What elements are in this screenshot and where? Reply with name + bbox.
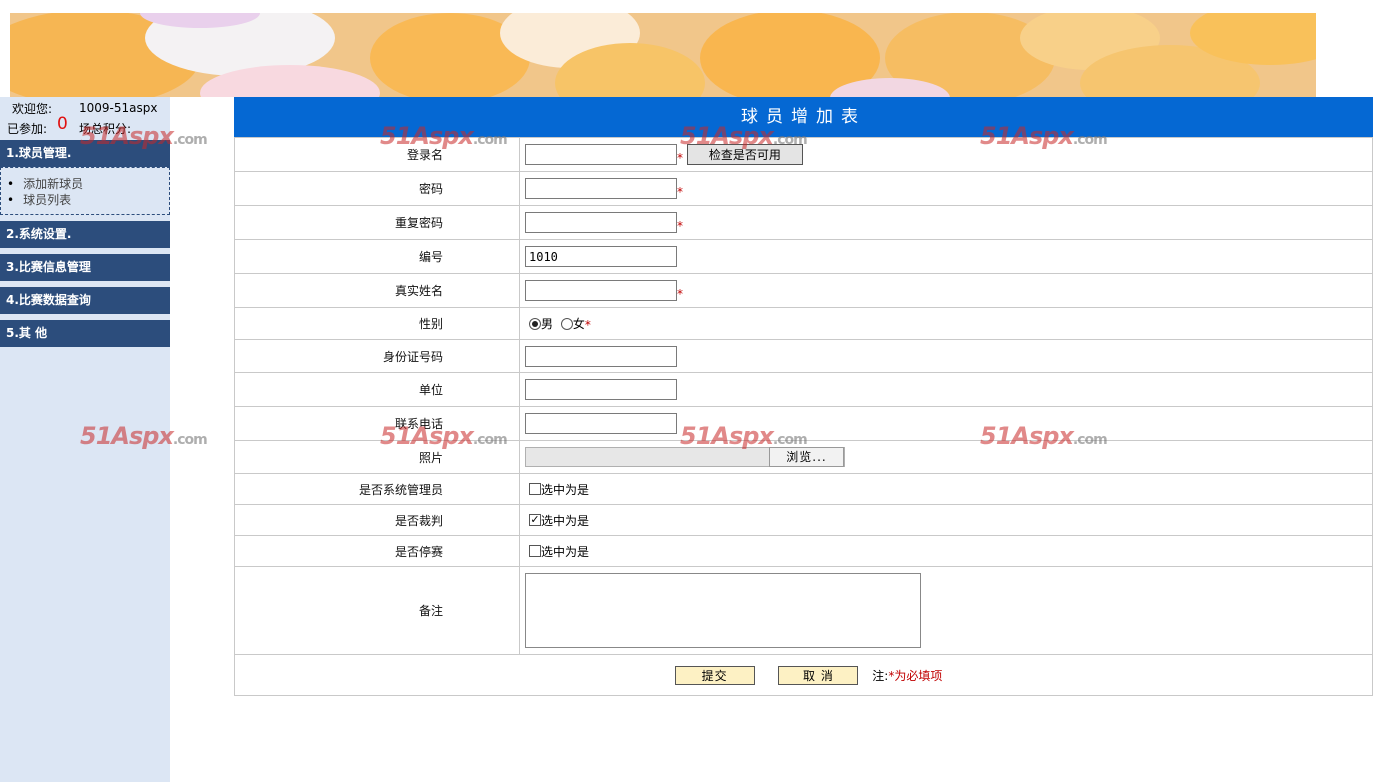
repeat-password-input[interactable] xyxy=(525,212,677,233)
number-input[interactable] xyxy=(525,246,677,267)
header-banner xyxy=(10,13,1316,97)
is-referee-option: 选中为是 xyxy=(541,513,590,528)
remark-textarea[interactable] xyxy=(525,573,921,648)
phone-input[interactable] xyxy=(525,413,677,434)
phone-label: 联系电话 xyxy=(234,406,520,441)
gender-female-label: 女 xyxy=(572,317,585,331)
check-availability-button[interactable]: 检查是否可用 xyxy=(686,144,803,165)
gender-male-radio[interactable] xyxy=(529,317,541,330)
cancel-button[interactable]: 取 消 xyxy=(778,665,859,685)
gender-label: 性别 xyxy=(234,307,520,340)
joined-count: 0 xyxy=(57,114,68,134)
submenu-add-player[interactable]: 添加新球员 xyxy=(7,176,169,192)
gender-female-radio[interactable] xyxy=(560,317,573,330)
submenu-player-list[interactable]: 球员列表 xyxy=(7,192,169,208)
browse-button[interactable]: 浏览... xyxy=(769,447,844,467)
user-id: 1009-51aspx xyxy=(79,101,158,115)
menu-match-data[interactable]: 4.比赛数据查询 xyxy=(0,287,170,314)
photo-file-input[interactable]: 浏览... xyxy=(525,447,845,467)
required-mark: * xyxy=(677,287,683,301)
company-label: 单位 xyxy=(234,372,520,407)
id-card-label: 身份证号码 xyxy=(234,339,520,373)
photo-label: 照片 xyxy=(234,440,520,474)
is-admin-checkbox[interactable] xyxy=(529,483,541,495)
player-submenu: 添加新球员 球员列表 xyxy=(0,167,170,215)
required-note: 注:*为必填项 xyxy=(872,669,942,683)
joined-label: 已参加: xyxy=(7,122,48,136)
number-label: 编号 xyxy=(234,239,520,274)
menu-match-info[interactable]: 3.比赛信息管理 xyxy=(0,254,170,281)
is-suspended-checkbox[interactable] xyxy=(529,545,541,557)
real-name-label: 真实姓名 xyxy=(234,273,520,308)
required-mark: * xyxy=(677,219,683,233)
repeat-password-label: 重复密码 xyxy=(234,205,520,240)
required-mark: * xyxy=(677,185,683,199)
password-input[interactable] xyxy=(525,178,677,199)
submit-button[interactable]: 提交 xyxy=(674,665,755,685)
company-input[interactable] xyxy=(525,379,677,400)
is-suspended-label: 是否停赛 xyxy=(234,535,520,567)
gender-male-label: 男 xyxy=(541,317,554,331)
is-referee-label: 是否裁判 xyxy=(234,504,520,536)
note-prefix: 注: xyxy=(872,668,889,683)
required-mark: * xyxy=(677,151,683,165)
login-label: 登录名 xyxy=(234,137,520,172)
password-label: 密码 xyxy=(234,171,520,206)
is-admin-label: 是否系统管理员 xyxy=(234,473,520,505)
note-text: *为必填项 xyxy=(888,668,943,683)
sidebar: 欢迎您: 1009-51aspx 已参加: 0 场总积分: 1.球员管理. 添加… xyxy=(0,97,170,782)
player-add-form: 球员增加表 登录名 * 检查是否可用 密码 * 重复密码 * 编号 真实姓名 *… xyxy=(234,97,1373,696)
remark-label: 备注 xyxy=(234,566,520,655)
eggs-banner-image xyxy=(10,13,1316,97)
is-suspended-option: 选中为是 xyxy=(541,544,590,559)
menu-other[interactable]: 5.其 他 xyxy=(0,320,170,347)
is-admin-option: 选中为是 xyxy=(541,482,590,497)
menu-system-settings[interactable]: 2.系统设置. xyxy=(0,221,170,248)
menu-player-management[interactable]: 1.球员管理. xyxy=(0,140,170,167)
login-input[interactable] xyxy=(525,144,677,165)
required-mark: * xyxy=(584,318,591,332)
id-card-input[interactable] xyxy=(525,345,677,367)
form-title: 球员增加表 xyxy=(234,97,1373,137)
is-referee-checkbox[interactable]: ✓ xyxy=(529,514,541,526)
points-label: 场总积分: xyxy=(79,122,132,136)
real-name-input[interactable] xyxy=(525,280,677,301)
welcome-label: 欢迎您: xyxy=(12,102,53,116)
form-table: 登录名 * 检查是否可用 密码 * 重复密码 * 编号 真实姓名 * 性别 男 … xyxy=(234,137,1373,696)
